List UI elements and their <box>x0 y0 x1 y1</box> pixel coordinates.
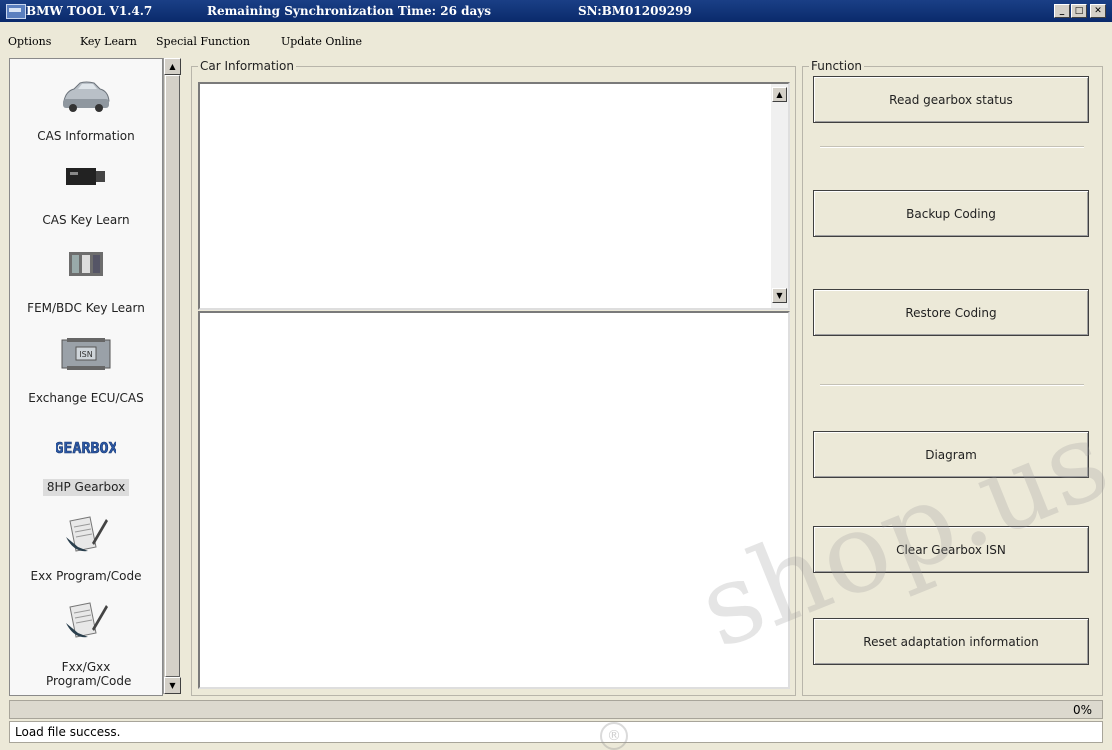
scroll-up-button[interactable]: ▲ <box>164 58 181 75</box>
sidebar-item-cas-key-learn[interactable]: CAS Key Learn <box>10 159 162 235</box>
sidebar-item-label: FEM/BDC Key Learn <box>27 301 145 315</box>
sidebar-item-label: CAS Key Learn <box>42 213 130 227</box>
sidebar-item-label: Fxx/Gxx Program/Code <box>46 660 132 688</box>
maximize-button[interactable]: □ <box>1071 4 1087 18</box>
menu-options[interactable]: Options <box>8 35 51 48</box>
sidebar-item-cas-information[interactable]: CAS Information <box>10 69 162 149</box>
app-title: BMW TOOL V1.4.7 <box>26 4 153 18</box>
car-icon <box>63 81 110 112</box>
sidebar-item-fxx-gxx-program-code[interactable]: Fxx/Gxx Program/Code <box>10 597 162 693</box>
document-pen-icon <box>66 516 108 552</box>
function-label: Function <box>809 59 865 73</box>
reset-adaptation-information-button[interactable]: Reset adaptation information <box>813 618 1089 665</box>
function-separator <box>820 384 1084 386</box>
sidebar-scrollbar[interactable]: ▲ ▼ <box>163 58 181 694</box>
minimize-button[interactable]: _ <box>1054 4 1070 18</box>
registered-mark-icon: ® <box>600 722 628 750</box>
sidebar-item-fem-bdc-key-learn[interactable]: FEM/BDC Key Learn <box>10 245 162 323</box>
function-sidebar: CAS Information CAS Key Learn FEM/BDC Ke… <box>9 58 163 696</box>
car-information-label: Car Information <box>198 59 296 73</box>
sidebar-item-label: Exchange ECU/CAS <box>28 391 144 405</box>
sync-time-text: Remaining Synchronization Time: 26 days <box>207 4 492 18</box>
menu-special-function[interactable]: Special Function <box>156 35 250 48</box>
car-info-scroll-up-button[interactable]: ▲ <box>772 87 787 102</box>
function-separator <box>820 146 1084 148</box>
fem-module-icon <box>69 252 103 276</box>
progress-percent: 0% <box>1072 703 1092 717</box>
status-message: Load file success. <box>15 725 121 739</box>
sidebar-item-label: CAS Information <box>37 129 135 143</box>
gearbox-icon: GEARBOX <box>56 439 116 458</box>
gearbox-icon-text: GEARBOX <box>56 439 116 457</box>
title-bar: BMW TOOL V1.4.7 Remaining Synchronizatio… <box>0 0 1112 22</box>
function-group: Function <box>802 59 1103 696</box>
sidebar-item-exchange-ecu-cas[interactable]: ISN Exchange ECU/CAS <box>10 333 162 413</box>
sidebar-item-8hp-gearbox[interactable]: GEARBOX 8HP Gearbox <box>10 427 162 505</box>
car-info-scrollbar[interactable]: ▲ ▼ <box>771 84 788 308</box>
clear-gearbox-isn-button[interactable]: Clear Gearbox ISN <box>813 526 1089 573</box>
status-bar: Load file success. <box>9 721 1103 743</box>
progress-bar: 0% <box>9 700 1103 719</box>
sidebar-item-label: 8HP Gearbox <box>43 479 129 496</box>
scroll-down-button[interactable]: ▼ <box>164 677 181 694</box>
menu-update-online[interactable]: Update Online <box>281 35 362 48</box>
document-pen-icon <box>66 602 108 638</box>
restore-coding-button[interactable]: Restore Coding <box>813 289 1089 336</box>
app-icon <box>6 4 26 19</box>
car-info-lower-textbox[interactable] <box>198 311 790 689</box>
diagram-button[interactable]: Diagram <box>813 431 1089 478</box>
cas-module-icon <box>66 168 105 185</box>
sidebar-item-exx-program-code[interactable]: Exx Program/Code <box>10 511 162 591</box>
car-info-upper-textbox[interactable]: ▲ ▼ <box>198 82 790 310</box>
car-info-scroll-down-button[interactable]: ▼ <box>772 288 787 303</box>
menu-key-learn[interactable]: Key Learn <box>80 35 137 48</box>
read-gearbox-status-button[interactable]: Read gearbox status <box>813 76 1089 123</box>
sidebar-item-label: Exx Program/Code <box>30 569 142 583</box>
menu-bar: Options Key Learn Special Function Updat… <box>0 35 1112 53</box>
serial-number: SN:BM01209299 <box>578 4 692 18</box>
backup-coding-button[interactable]: Backup Coding <box>813 190 1089 237</box>
isn-module-icon: ISN <box>61 338 111 370</box>
isn-label: ISN <box>79 350 92 359</box>
scroll-thumb[interactable] <box>165 75 180 677</box>
close-button[interactable]: ✕ <box>1090 4 1106 18</box>
